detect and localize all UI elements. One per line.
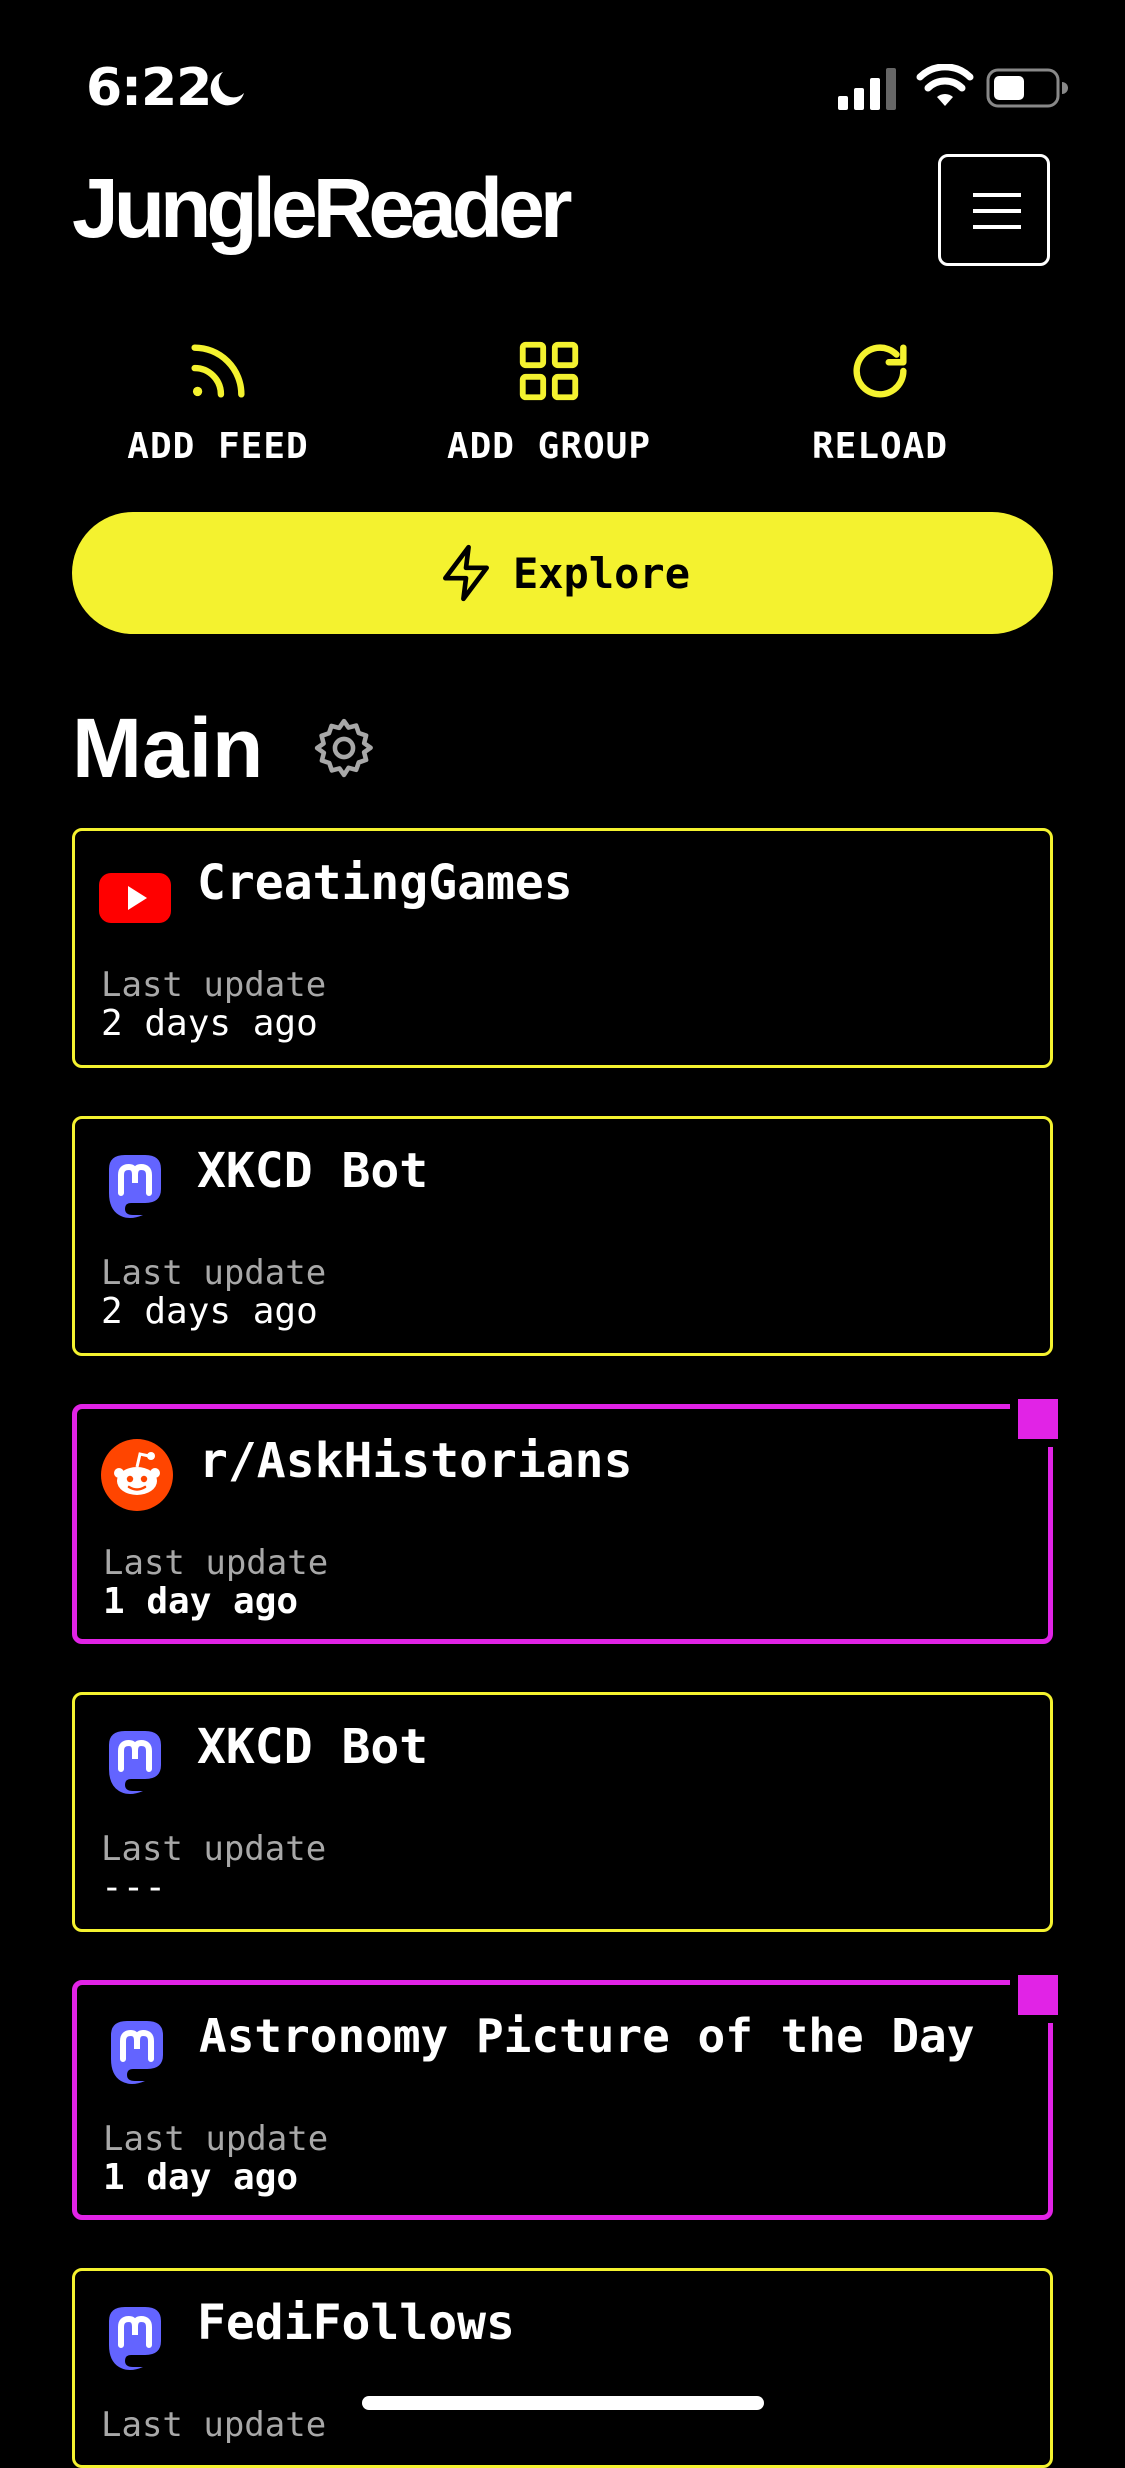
mastodon-icon	[111, 2021, 163, 2084]
feed-title: XKCD Bot	[197, 1143, 429, 1199]
unread-indicator	[1010, 1967, 1066, 2023]
feed-title: CreatingGames	[197, 855, 573, 911]
feed-card-unread[interactable]: Astronomy Picture of the Day Last update…	[72, 1967, 1066, 2220]
feed-card-unread[interactable]: r/AskHistorians Last update 1 day ago	[72, 1391, 1066, 1644]
reload-label: RELOAD	[811, 426, 949, 467]
mastodon-icon	[109, 2307, 161, 2370]
feed-card[interactable]: XKCD Bot Last update 2 days ago	[72, 1116, 1053, 1356]
last-update-label: Last update	[101, 1829, 327, 1869]
feed-title: r/AskHistorians	[199, 1433, 633, 1489]
status-time: 6:22	[86, 58, 212, 118]
status-bar: 6:22	[0, 0, 1125, 170]
moon-icon	[210, 72, 244, 106]
section-title: Main	[72, 701, 264, 795]
unread-indicator	[1010, 1391, 1066, 1447]
feed-title: Astronomy Picture of the Day	[199, 2009, 975, 2063]
gear-icon[interactable]	[310, 714, 378, 782]
feed-card[interactable]: XKCD Bot Last update ---	[72, 1692, 1053, 1932]
add-feed-button[interactable]: ADD FEED	[58, 336, 378, 467]
feed-card[interactable]: FediFollows Last update	[72, 2268, 1053, 2468]
last-update-value: 2 days ago	[101, 1291, 318, 1332]
last-update-value: 1 day ago	[103, 2157, 299, 2198]
signal-icon	[838, 68, 896, 110]
lightning-icon	[442, 544, 489, 602]
battery-icon	[986, 68, 1068, 108]
home-indicator[interactable]	[362, 2396, 764, 2410]
last-update-value: ---	[101, 1867, 167, 1908]
menu-button[interactable]	[938, 154, 1050, 266]
rss-icon	[191, 344, 245, 398]
app-title: JungleReader	[72, 161, 573, 255]
mastodon-icon	[109, 1155, 161, 1218]
add-group-label: ADD GROUP	[446, 426, 652, 467]
grid-icon	[519, 341, 579, 401]
reddit-icon	[101, 1439, 173, 1511]
add-group-button[interactable]: ADD GROUP	[389, 336, 709, 467]
wifi-icon	[916, 64, 974, 106]
explore-button[interactable]: Explore	[72, 512, 1053, 634]
explore-label: Explore	[512, 548, 690, 598]
feed-card[interactable]: CreatingGames Last update 2 days ago	[72, 828, 1053, 1068]
last-update-label: Last update	[103, 1543, 329, 1583]
last-update-label: Last update	[101, 1253, 327, 1293]
feed-title: XKCD Bot	[197, 1719, 429, 1775]
last-update-value: 1 day ago	[103, 1581, 299, 1622]
youtube-icon	[99, 873, 171, 923]
feed-title: FediFollows	[197, 2295, 515, 2351]
reload-button[interactable]: RELOAD	[720, 336, 1040, 467]
add-feed-label: ADD FEED	[127, 426, 309, 467]
reload-icon	[853, 344, 907, 398]
last-update-label: Last update	[101, 965, 327, 1005]
mastodon-icon	[109, 1731, 161, 1794]
hamburger-icon	[973, 193, 1021, 229]
last-update-label: Last update	[101, 2405, 327, 2445]
last-update-label: Last update	[103, 2119, 329, 2159]
last-update-value: 2 days ago	[101, 1003, 318, 1044]
